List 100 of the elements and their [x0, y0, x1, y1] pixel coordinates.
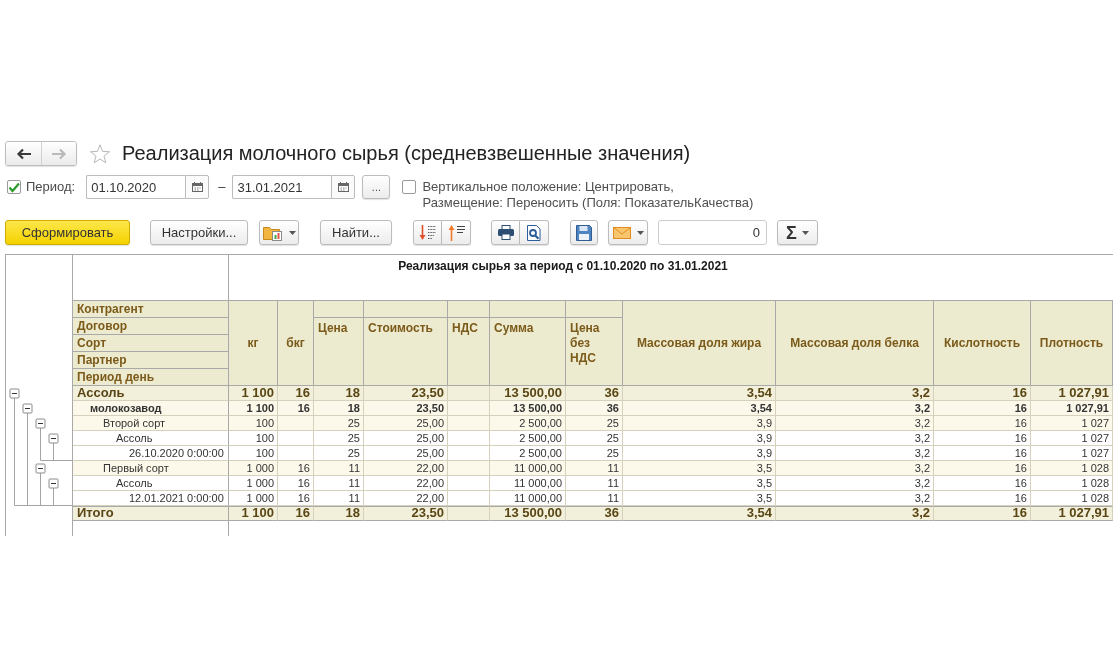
- row-label: Второй сорт: [73, 416, 229, 431]
- grouping-header: Договор: [73, 318, 229, 335]
- save-button[interactable]: [570, 220, 598, 245]
- table-cell: 13 500,00: [490, 386, 566, 401]
- collapse-icon[interactable]: [35, 463, 46, 474]
- table-cell: 3,5: [623, 476, 776, 491]
- form-title: Реализация молочного сырья (средневзвешенные значения): [122, 142, 691, 165]
- generate-button[interactable]: Сформировать: [5, 220, 130, 245]
- table-cell: 2 500,00: [490, 431, 566, 446]
- column-header: Кислотность: [934, 301, 1031, 386]
- table-cell: 100: [229, 446, 278, 461]
- back-button[interactable]: [6, 142, 41, 165]
- table-cell: 1 100: [229, 401, 278, 416]
- collapse-icon[interactable]: [48, 433, 59, 444]
- print-button[interactable]: [491, 220, 520, 245]
- table-cell: 11 000,00: [490, 476, 566, 491]
- total-cell: 3,54: [623, 506, 776, 521]
- total-cell: 16: [934, 506, 1031, 521]
- collapse-icon[interactable]: [22, 403, 33, 414]
- blank-header-cell: [448, 301, 490, 318]
- checkbox[interactable]: [402, 180, 417, 194]
- find-button[interactable]: Найти...: [320, 220, 392, 245]
- row-label: Первый сорт: [73, 461, 229, 476]
- table-cell: 23,50: [364, 401, 448, 416]
- folder-menu-button[interactable]: [259, 220, 299, 245]
- table-cell: 25,00: [364, 416, 448, 431]
- table-cell: 100: [229, 416, 278, 431]
- grouping-header: Партнер: [73, 352, 229, 369]
- checkbox[interactable]: [7, 180, 21, 194]
- table-cell: 1 028: [1031, 476, 1113, 491]
- table-cell: 16: [934, 401, 1031, 416]
- table-cell: 11: [566, 476, 623, 491]
- total-cell: 16: [278, 506, 314, 521]
- total-cell: 18: [314, 506, 364, 521]
- date-field[interactable]: 01.10.2020: [86, 175, 186, 199]
- preview-button[interactable]: [520, 220, 549, 245]
- sort-up-button[interactable]: [442, 220, 471, 245]
- column-header: НДС: [448, 318, 490, 386]
- row-label: Ассоль: [73, 476, 229, 491]
- field-label: Период:: [26, 178, 76, 196]
- total-cell: 13 500,00: [490, 506, 566, 521]
- blank-header-cell: [566, 301, 623, 318]
- table-cell: 11: [566, 461, 623, 476]
- table-cell: 1 027,91: [1031, 401, 1113, 416]
- sort-up-icon: [447, 224, 465, 241]
- table-cell: 1 027,91: [1031, 386, 1113, 401]
- table-cell: 1 028: [1031, 461, 1113, 476]
- settings-button[interactable]: Настройки...: [150, 220, 248, 245]
- table-cell: 11: [314, 461, 364, 476]
- calendar-icon: [337, 182, 349, 192]
- row-label: Ассоль: [73, 386, 229, 401]
- table-cell: 16: [934, 491, 1031, 506]
- document-magnifier-icon: [527, 224, 541, 241]
- table-cell: 1 000: [229, 476, 278, 491]
- calendar-button[interactable]: [331, 175, 356, 199]
- column-header: Сумма: [490, 318, 566, 386]
- sort-down-button[interactable]: [413, 220, 442, 245]
- table-cell: 3,2: [776, 491, 934, 506]
- table-cell: 11 000,00: [490, 491, 566, 506]
- caret-icon: [636, 230, 644, 235]
- grouping-header: Контрагент: [73, 301, 229, 318]
- date-field[interactable]: 31.01.2021: [232, 175, 332, 199]
- table-cell: 2 500,00: [490, 446, 566, 461]
- total-cell: 36: [566, 506, 623, 521]
- table-cell: 25,00: [364, 446, 448, 461]
- table-cell: 3,54: [623, 386, 776, 401]
- table-cell: 3,9: [623, 416, 776, 431]
- total-cell: 23,50: [364, 506, 448, 521]
- collapse-icon[interactable]: [48, 478, 59, 489]
- number-field[interactable]: 0: [658, 220, 767, 245]
- total-cell: 1 027,91: [1031, 506, 1113, 521]
- table-cell: 3,2: [776, 476, 934, 491]
- collapse-icon[interactable]: [9, 388, 20, 399]
- mail-button[interactable]: [608, 220, 648, 245]
- row-label: 26.10.2020 0:00:00: [73, 446, 229, 461]
- range-dash: –: [218, 178, 226, 196]
- sum-button[interactable]: Σ: [777, 220, 818, 245]
- table-cell: 1 000: [229, 461, 278, 476]
- row-label: 12.01.2021 0:00:00: [73, 491, 229, 506]
- table-cell: 16: [278, 491, 314, 506]
- table-cell: 11: [314, 491, 364, 506]
- table-cell: 16: [278, 476, 314, 491]
- table-cell: 16: [934, 431, 1031, 446]
- table-cell: 25: [314, 416, 364, 431]
- column-header: бкг: [278, 301, 314, 386]
- table-cell: 16: [934, 461, 1031, 476]
- calendar-button[interactable]: [185, 175, 210, 199]
- collapse-icon[interactable]: [35, 418, 46, 429]
- ellipsis-button[interactable]: ...: [362, 175, 391, 199]
- table-cell: 25: [566, 431, 623, 446]
- table-cell: 16: [934, 416, 1031, 431]
- table-cell: 3,2: [776, 446, 934, 461]
- table-cell: 1 027: [1031, 431, 1113, 446]
- column-header: Массовая доля белка: [776, 301, 934, 386]
- total-label: Итого: [73, 506, 229, 521]
- star-icon[interactable]: [89, 143, 111, 164]
- printer-icon: [497, 225, 514, 240]
- table-cell: 22,00: [364, 461, 448, 476]
- table-cell: 36: [566, 386, 623, 401]
- table-cell: 13 500,00: [490, 401, 566, 416]
